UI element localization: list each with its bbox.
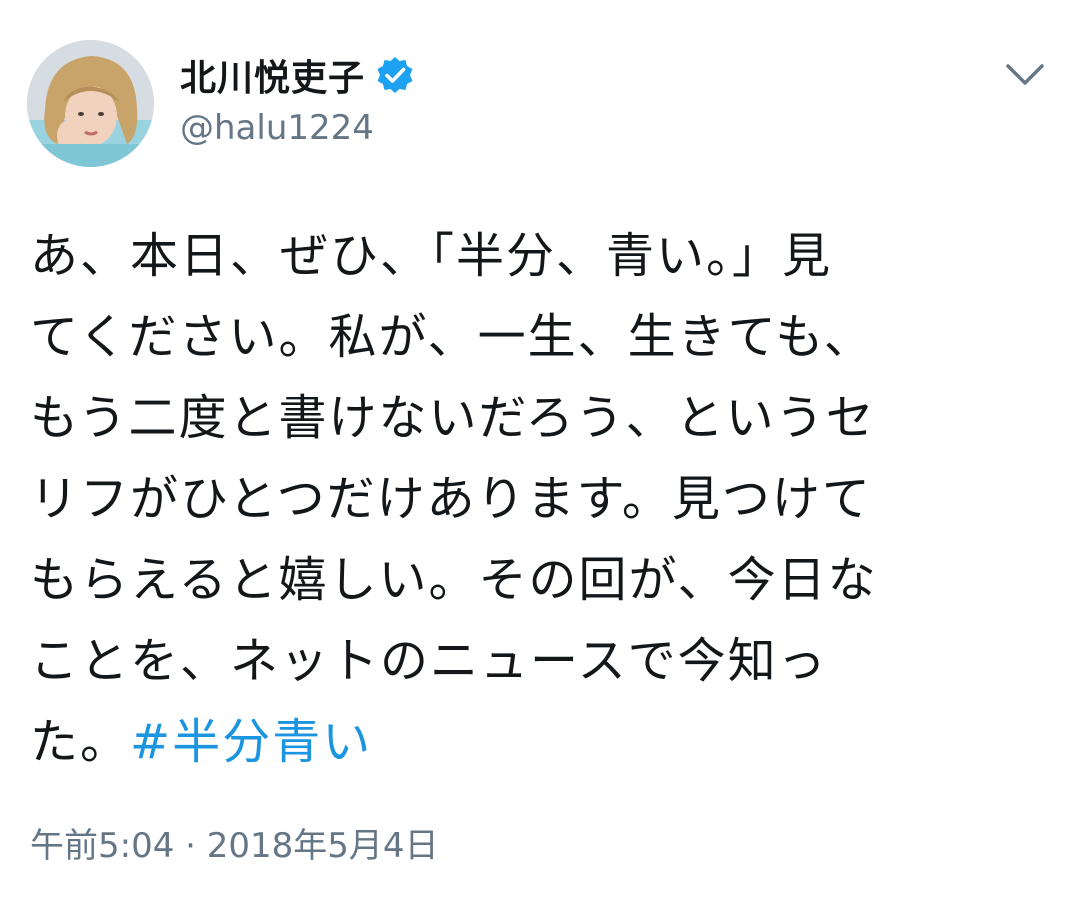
author-handle[interactable]: @halu1224 bbox=[180, 108, 374, 148]
tweet-text: あ、本日、ぜひ、「半分、青い。」見 てください。私が、一生、生きても、 もう二度… bbox=[30, 216, 1055, 783]
verified-badge-icon bbox=[375, 55, 415, 95]
avatar-photo bbox=[27, 40, 154, 167]
tweet-text-line-prefix: た。 bbox=[30, 714, 131, 770]
tweet-card: 北川悦吏子 @halu1224 あ、本日、ぜひ、「半分、青い。」見 てください。… bbox=[0, 0, 1080, 900]
tweet-text-line: てください。私が、一生、生きても、 bbox=[30, 309, 874, 365]
tweet-text-line: ことを、ネットのニュースで今知っ bbox=[30, 633, 828, 689]
author-name-row: 北川悦吏子 bbox=[180, 50, 415, 100]
tweet-timestamp[interactable]: 午前5:04 · 2018年5月4日 bbox=[30, 818, 439, 867]
tweet-text-line: もらえると嬉しい。その回が、今日な bbox=[30, 552, 878, 608]
tweet-text-line: もう二度と書けないだろう、というセ bbox=[30, 390, 876, 446]
tweet-text-line: リフがひとつだけあります。見つけて bbox=[30, 471, 872, 527]
tweet-text-line: あ、本日、ぜひ、「半分、青い。」見 bbox=[30, 228, 833, 284]
author-display-name[interactable]: 北川悦吏子 bbox=[180, 49, 365, 101]
hashtag-link[interactable]: #半分青い bbox=[130, 714, 372, 770]
avatar[interactable] bbox=[27, 40, 154, 167]
tweet-text-last-line: た。#半分青い bbox=[30, 702, 1055, 783]
chevron-down-icon[interactable] bbox=[1000, 58, 1050, 92]
